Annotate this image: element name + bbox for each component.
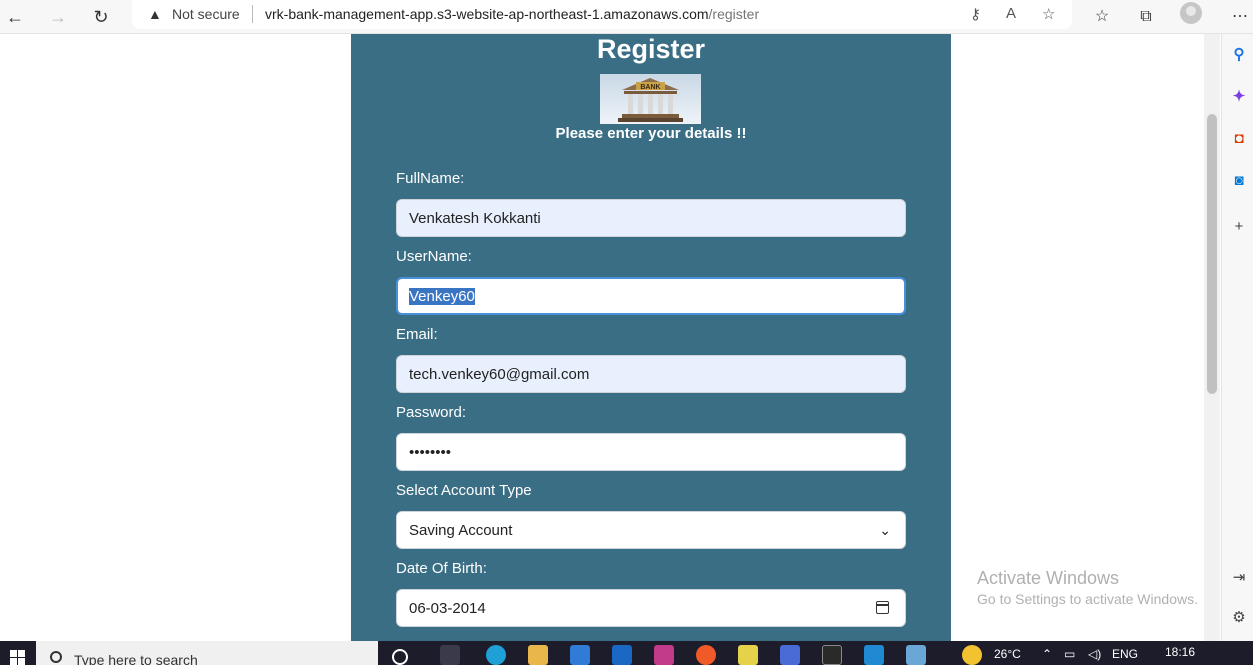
- account-type-value: Saving Account: [409, 522, 513, 539]
- forward-icon[interactable]: →: [46, 5, 70, 29]
- fullname-label: FullName:: [396, 170, 465, 187]
- account-type-select[interactable]: Saving Account ⌄: [396, 511, 906, 549]
- taskbar-search-placeholder: Type here to search: [74, 652, 198, 665]
- add-favorite-icon[interactable]: ☆: [1042, 5, 1055, 23]
- taskbar-search-box[interactable]: Type here to search: [36, 641, 378, 665]
- store-icon[interactable]: [570, 645, 590, 665]
- url-path: /register: [708, 6, 760, 22]
- page-content: Register BANK Please enter your details …: [0, 34, 1204, 641]
- username-label: UserName:: [396, 248, 472, 265]
- bank-building-icon: BANK: [618, 78, 683, 122]
- watermark-subtitle: Go to Settings to activate Windows.: [977, 591, 1198, 607]
- refresh-icon[interactable]: ↻: [89, 5, 113, 29]
- clock-time[interactable]: 18:16: [1165, 645, 1195, 659]
- read-aloud-icon[interactable]: A: [1006, 5, 1016, 22]
- edge-sidebar: ⚲ ✦ ◘ ◙ + ⇥ ⚙: [1221, 34, 1253, 641]
- office-icon[interactable]: ◘: [1230, 130, 1248, 148]
- logo-text: BANK: [640, 84, 660, 91]
- search-icon[interactable]: ⚲: [1230, 46, 1248, 64]
- dob-label: Date Of Birth:: [396, 560, 487, 577]
- password-input[interactable]: ••••••••: [396, 433, 906, 471]
- username-value: Venkey60: [409, 288, 475, 305]
- collections-icon[interactable]: ⧉: [1134, 5, 1158, 29]
- key-icon[interactable]: ⚷: [970, 5, 981, 23]
- calendar-icon[interactable]: [876, 601, 889, 614]
- network-tool-icon[interactable]: [780, 645, 800, 665]
- language-indicator[interactable]: ENG: [1112, 647, 1138, 661]
- tray-chevron-icon[interactable]: ⌃: [1042, 647, 1052, 661]
- copilot-icon[interactable]: ✦: [1230, 88, 1248, 106]
- outlook-icon[interactable]: ◙: [1230, 172, 1248, 190]
- intellij-icon[interactable]: [654, 645, 674, 665]
- page-subtitle: Please enter your details !!: [555, 125, 747, 142]
- fullname-value: Venkatesh Kokkanti: [409, 210, 541, 227]
- scrollbar-thumb[interactable]: [1207, 114, 1217, 394]
- mail-icon[interactable]: [612, 645, 632, 665]
- terminal-icon[interactable]: [822, 645, 842, 665]
- fullname-input[interactable]: Venkatesh Kokkanti: [396, 199, 906, 237]
- network-icon[interactable]: ▭: [1064, 647, 1075, 661]
- page-scrollbar[interactable]: [1204, 34, 1220, 641]
- email-value: tech.venkey60@gmail.com: [409, 366, 590, 383]
- bank-logo-image: BANK: [600, 74, 701, 124]
- profile-avatar[interactable]: [1180, 2, 1202, 24]
- cortana-icon[interactable]: [392, 649, 408, 665]
- address-bar[interactable]: ▲ Not secure vrk-bank-management-app.s3-…: [132, 0, 1072, 29]
- browser-toolbar: ← → ↻ ▲ Not secure vrk-bank-management-a…: [0, 0, 1253, 34]
- edge-taskbar-icon[interactable]: [486, 645, 506, 665]
- notepad-icon[interactable]: [738, 645, 758, 665]
- warning-icon: ▲: [148, 6, 162, 22]
- url-host: vrk-bank-management-app.s3-website-ap-no…: [265, 6, 709, 22]
- volume-icon[interactable]: ◁): [1088, 647, 1101, 661]
- security-label[interactable]: Not secure: [172, 6, 240, 22]
- task-view-icon[interactable]: [440, 645, 460, 665]
- more-menu-icon[interactable]: ⋯: [1228, 5, 1252, 29]
- add-icon[interactable]: +: [1230, 218, 1248, 236]
- postman-icon[interactable]: [696, 645, 716, 665]
- windows-taskbar: Type here to search 26°C ⌃ ▭ ◁) ENG 18:1…: [0, 641, 1253, 665]
- username-input[interactable]: Venkey60: [396, 277, 906, 315]
- page-title: Register: [596, 34, 706, 64]
- email-label: Email:: [396, 326, 438, 343]
- favorites-icon[interactable]: ☆: [1090, 5, 1114, 29]
- dob-input[interactable]: 06-03-2014: [396, 589, 906, 627]
- settings-icon[interactable]: ⚙: [1230, 609, 1248, 627]
- vscode-icon[interactable]: [864, 645, 884, 665]
- activate-windows-watermark: Activate Windows Go to Settings to activ…: [977, 568, 1198, 607]
- temperature-text[interactable]: 26°C: [994, 647, 1021, 661]
- back-icon[interactable]: ←: [3, 5, 27, 29]
- password-label: Password:: [396, 404, 467, 421]
- address-divider: [252, 5, 253, 23]
- chevron-down-icon: ⌄: [879, 522, 891, 538]
- weather-icon[interactable]: [962, 645, 982, 665]
- account-type-label: Select Account Type: [396, 482, 532, 499]
- password-value: ••••••••: [409, 444, 452, 461]
- register-panel: Register BANK Please enter your details …: [351, 34, 951, 641]
- url-text[interactable]: vrk-bank-management-app.s3-website-ap-no…: [265, 6, 759, 22]
- file-explorer-icon[interactable]: [528, 645, 548, 665]
- photos-icon[interactable]: [906, 645, 926, 665]
- email-input[interactable]: tech.venkey60@gmail.com: [396, 355, 906, 393]
- watermark-title: Activate Windows: [977, 568, 1120, 588]
- windows-start-icon[interactable]: [0, 641, 36, 665]
- search-magnifier-icon: [50, 651, 62, 663]
- sidebar-toggle-icon[interactable]: ⇥: [1230, 569, 1248, 587]
- dob-value: 06-03-2014: [409, 600, 486, 617]
